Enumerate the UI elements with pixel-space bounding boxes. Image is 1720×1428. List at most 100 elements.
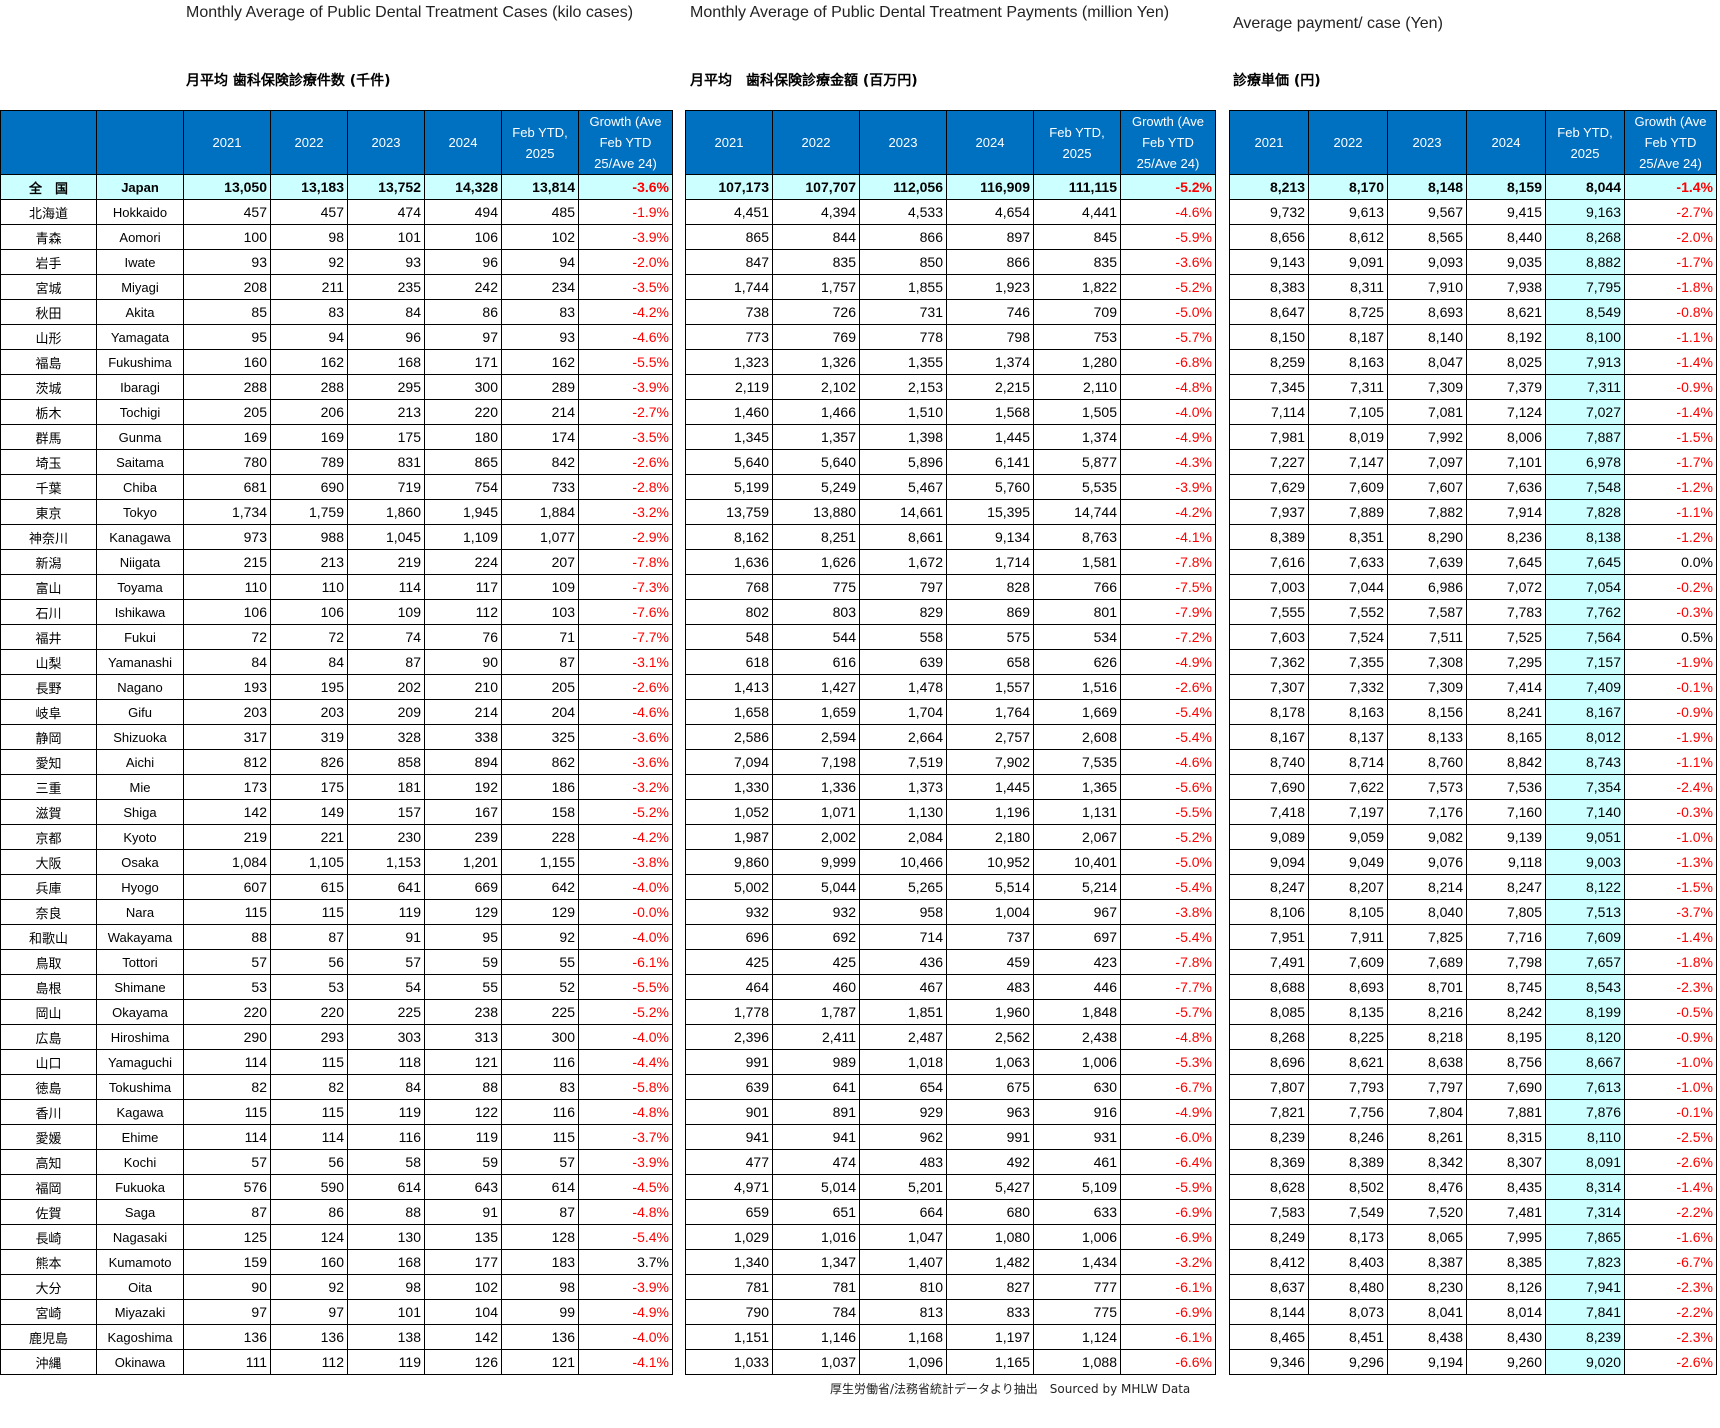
growth-cell: -3.8% (1120, 899, 1216, 925)
value-cell: 214 (501, 399, 579, 425)
value-cell: 1,355 (859, 349, 947, 375)
value-cell: 446 (1033, 974, 1121, 1000)
table-row: 8,150 8,187 8,140 8,192 8,100 -1.1% (1229, 324, 1717, 350)
value-cell: 8,156 (1387, 699, 1467, 725)
value-cell: 2,411 (772, 1024, 860, 1050)
value-cell: 92 (501, 924, 579, 950)
value-cell: 8,628 (1229, 1174, 1309, 1200)
growth-cell: -3.9% (578, 224, 673, 250)
table-row: 大分 Oita 90 92 98 102 98 -3.9% (0, 1274, 673, 1300)
value-cell: 205 (183, 399, 271, 425)
value-cell: 941 (685, 1124, 773, 1150)
value-cell: 8,213 (1229, 174, 1309, 200)
table-row: 8,268 8,225 8,218 8,195 8,120 -0.9% (1229, 1024, 1717, 1050)
value-cell: 7,044 (1308, 574, 1388, 600)
column-header: 2022 (1308, 110, 1388, 175)
growth-cell: -4.9% (1120, 424, 1216, 450)
value-cell: 1,658 (685, 699, 773, 725)
value-cell: 7,054 (1545, 574, 1625, 600)
value-cell: 7,414 (1466, 674, 1546, 700)
growth-cell: -6.1% (1120, 1324, 1216, 1350)
value-cell: 8,882 (1545, 249, 1625, 275)
value-cell: 8,311 (1308, 274, 1388, 300)
value-cell: 8,502 (1308, 1174, 1388, 1200)
table-row: 島根 Shimane 53 53 54 55 52 -5.5% (0, 974, 673, 1000)
value-cell: 590 (270, 1174, 348, 1200)
value-cell: 778 (859, 324, 947, 350)
value-cell: 8,251 (772, 524, 860, 550)
prefecture-jp: 新潟 (0, 549, 97, 575)
value-cell: 2,396 (685, 1024, 773, 1050)
value-cell: 8,085 (1229, 999, 1309, 1025)
value-cell: 57 (183, 949, 271, 975)
prefecture-jp: 愛媛 (0, 1124, 97, 1150)
value-cell: 1,096 (859, 1349, 947, 1375)
prefecture-en: Nagano (96, 674, 184, 700)
value-cell: 8,745 (1466, 974, 1546, 1000)
value-cell: 8,167 (1545, 699, 1625, 725)
value-cell: 8,225 (1308, 1024, 1388, 1050)
table-row: 8,688 8,693 8,701 8,745 8,543 -2.3% (1229, 974, 1717, 1000)
value-cell: 87 (501, 1199, 579, 1225)
value-cell: 8,714 (1308, 749, 1388, 775)
value-cell: 1,505 (1033, 399, 1121, 425)
value-cell: 117 (424, 574, 502, 600)
growth-cell: -3.2% (578, 499, 673, 525)
value-cell: 129 (424, 899, 502, 925)
value-cell: 208 (183, 274, 271, 300)
value-cell: 7,609 (1308, 474, 1388, 500)
table-row: 7,807 7,793 7,797 7,690 7,613 -1.0% (1229, 1074, 1717, 1100)
value-cell: 9,020 (1545, 1349, 1625, 1375)
value-cell: 7,995 (1466, 1224, 1546, 1250)
growth-cell: 0.5% (1624, 624, 1717, 650)
value-cell: 425 (685, 949, 773, 975)
value-cell: 129 (501, 899, 579, 925)
table-row: 8,213 8,170 8,148 8,159 8,044 -1.4% (1229, 174, 1717, 200)
value-cell: 8,199 (1545, 999, 1625, 1025)
value-cell: 797 (859, 574, 947, 600)
growth-cell: 0.0% (1624, 549, 1717, 575)
value-cell: 234 (501, 274, 579, 300)
value-cell: 290 (183, 1024, 271, 1050)
value-cell: 1,960 (946, 999, 1034, 1025)
value-cell: 7,689 (1387, 949, 1467, 975)
value-cell: 775 (772, 574, 860, 600)
growth-cell: 3.7% (578, 1249, 673, 1275)
value-cell: 1,851 (859, 999, 947, 1025)
value-cell: 115 (183, 899, 271, 925)
value-cell: 98 (270, 224, 348, 250)
prefecture-en: Oita (96, 1274, 184, 1300)
growth-cell: -7.7% (578, 624, 673, 650)
value-cell: 8,612 (1308, 224, 1388, 250)
table-row: 7,307 7,332 7,309 7,414 7,409 -0.1% (1229, 674, 1717, 700)
value-cell: 8,638 (1387, 1049, 1467, 1075)
table-row: 新潟 Niigata 215 213 219 224 207 -7.8% (0, 549, 673, 575)
value-cell: 8,170 (1308, 174, 1388, 200)
value-cell: 1,855 (859, 274, 947, 300)
value-cell: 8,259 (1229, 349, 1309, 375)
value-cell: 7,828 (1545, 499, 1625, 525)
value-cell: 651 (772, 1199, 860, 1225)
column-header: 2024 (1466, 110, 1546, 175)
table-row: 781 781 810 827 777 -6.1% (685, 1274, 1216, 1300)
value-cell: 303 (347, 1024, 425, 1050)
value-cell: 630 (1033, 1074, 1121, 1100)
value-cell: 235 (347, 274, 425, 300)
value-cell: 300 (424, 374, 502, 400)
prefecture-jp: 茨城 (0, 374, 97, 400)
value-cell: 4,451 (685, 199, 773, 225)
value-cell: 8,389 (1229, 524, 1309, 550)
value-cell: 733 (501, 474, 579, 500)
growth-cell: -3.9% (578, 1274, 673, 1300)
table-row: 7,003 7,044 6,986 7,072 7,054 -0.2% (1229, 574, 1717, 600)
value-cell: 195 (270, 674, 348, 700)
value-cell: 181 (347, 774, 425, 800)
value-cell: 7,097 (1387, 449, 1467, 475)
value-cell: 7,105 (1308, 399, 1388, 425)
table-row: 5,640 5,640 5,896 6,141 5,877 -4.3% (685, 449, 1216, 475)
value-cell: 865 (685, 224, 773, 250)
value-cell: 1,109 (424, 524, 502, 550)
value-cell: 338 (424, 724, 502, 750)
value-cell: 88 (424, 1074, 502, 1100)
value-cell: 1,340 (685, 1249, 773, 1275)
